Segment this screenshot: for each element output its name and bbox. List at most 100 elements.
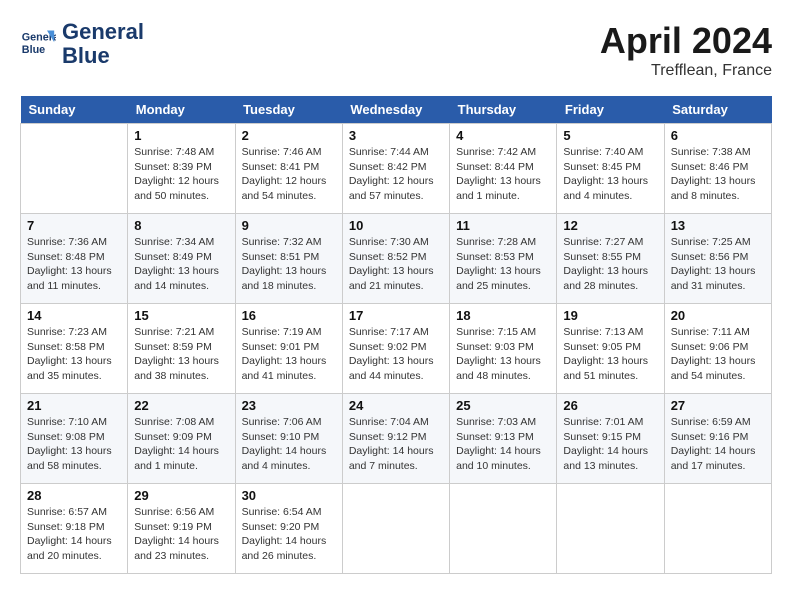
- day-number: 22: [134, 398, 228, 413]
- calendar-cell: 18Sunrise: 7:15 AMSunset: 9:03 PMDayligh…: [450, 304, 557, 394]
- calendar-cell: 27 Sunrise: 6:59 AMSunset: 9:16 PMDayligh…: [664, 394, 771, 484]
- day-info: Sunrise: 7:38 AMSunset: 8:46 PMDaylight:…: [671, 145, 765, 204]
- day-info: Sunrise: 6:54 AMSunset: 9:20 PMDaylight:…: [242, 505, 336, 564]
- col-header-tuesday: Tuesday: [235, 96, 342, 124]
- col-header-sunday: Sunday: [21, 96, 128, 124]
- calendar-cell: 7Sunrise: 7:36 AMSunset: 8:48 PMDaylight…: [21, 214, 128, 304]
- day-info: Sunrise: 7:48 AMSunset: 8:39 PMDaylight:…: [134, 145, 228, 204]
- calendar-cell: 1 Sunrise: 7:48 AMSunset: 8:39 PMDaylight…: [128, 124, 235, 214]
- day-info: Sunrise: 7:32 AMSunset: 8:51 PMDaylight:…: [242, 235, 336, 294]
- title-block: April 2024 Trefflean, France: [600, 20, 772, 80]
- day-number: 16: [242, 308, 336, 323]
- calendar-cell: 6 Sunrise: 7:38 AMSunset: 8:46 PMDaylight…: [664, 124, 771, 214]
- calendar-week-row: 1 Sunrise: 7:48 AMSunset: 8:39 PMDaylight…: [21, 124, 772, 214]
- col-header-monday: Monday: [128, 96, 235, 124]
- page-header: General Blue General Blue April 2024 Tre…: [20, 20, 772, 80]
- calendar-cell: 22 Sunrise: 7:08 AMSunset: 9:09 PMDayligh…: [128, 394, 235, 484]
- col-header-saturday: Saturday: [664, 96, 771, 124]
- day-number: 18: [456, 308, 550, 323]
- calendar-cell: 29 Sunrise: 6:56 AMSunset: 9:19 PMDayligh…: [128, 484, 235, 574]
- calendar-cell: 12Sunrise: 7:27 AMSunset: 8:55 PMDayligh…: [557, 214, 664, 304]
- calendar-cell: 19Sunrise: 7:13 AMSunset: 9:05 PMDayligh…: [557, 304, 664, 394]
- day-number: 26: [563, 398, 657, 413]
- calendar-cell: 15Sunrise: 7:21 AMSunset: 8:59 PMDayligh…: [128, 304, 235, 394]
- day-info: Sunrise: 7:23 AMSunset: 8:58 PMDaylight:…: [27, 325, 121, 384]
- calendar-cell: 24Sunrise: 7:04 AMSunset: 9:12 PMDayligh…: [342, 394, 449, 484]
- day-number: 19: [563, 308, 657, 323]
- calendar-cell: 23Sunrise: 7:06 AMSunset: 9:10 PMDayligh…: [235, 394, 342, 484]
- calendar-cell: 14 Sunrise: 7:23 AMSunset: 8:58 PMDayligh…: [21, 304, 128, 394]
- day-info: Sunrise: 6:59 AMSunset: 9:16 PMDaylight:…: [671, 415, 765, 474]
- calendar-cell: 2 Sunrise: 7:46 AMSunset: 8:41 PMDaylight…: [235, 124, 342, 214]
- day-number: 11: [456, 218, 550, 233]
- calendar-cell: 3 Sunrise: 7:44 AMSunset: 8:42 PMDaylight…: [342, 124, 449, 214]
- day-number: 28: [27, 488, 121, 503]
- calendar-cell: [450, 484, 557, 574]
- day-info: Sunrise: 6:57 AMSunset: 9:18 PMDaylight:…: [27, 505, 121, 564]
- logo: General Blue General Blue: [20, 20, 144, 68]
- calendar-cell: 28 Sunrise: 6:57 AMSunset: 9:18 PMDayligh…: [21, 484, 128, 574]
- day-number: 9: [242, 218, 336, 233]
- location-title: Trefflean, France: [600, 62, 772, 80]
- day-info: Sunrise: 7:25 AMSunset: 8:56 PMDaylight:…: [671, 235, 765, 294]
- day-info: Sunrise: 6:56 AMSunset: 9:19 PMDaylight:…: [134, 505, 228, 564]
- day-number: 27: [671, 398, 765, 413]
- day-number: 23: [242, 398, 336, 413]
- calendar-week-row: 7Sunrise: 7:36 AMSunset: 8:48 PMDaylight…: [21, 214, 772, 304]
- calendar-cell: 20Sunrise: 7:11 AMSunset: 9:06 PMDayligh…: [664, 304, 771, 394]
- day-info: Sunrise: 7:30 AMSunset: 8:52 PMDaylight:…: [349, 235, 443, 294]
- logo-icon: General Blue: [20, 26, 56, 62]
- calendar-cell: 11 Sunrise: 7:28 AMSunset: 8:53 PMDayligh…: [450, 214, 557, 304]
- day-number: 13: [671, 218, 765, 233]
- day-number: 14: [27, 308, 121, 323]
- calendar-cell: 5 Sunrise: 7:40 AMSunset: 8:45 PMDaylight…: [557, 124, 664, 214]
- day-info: Sunrise: 7:19 AMSunset: 9:01 PMDaylight:…: [242, 325, 336, 384]
- day-info: Sunrise: 7:40 AMSunset: 8:45 PMDaylight:…: [563, 145, 657, 204]
- day-number: 24: [349, 398, 443, 413]
- calendar-cell: 4Sunrise: 7:42 AMSunset: 8:44 PMDaylight…: [450, 124, 557, 214]
- day-info: Sunrise: 7:28 AMSunset: 8:53 PMDaylight:…: [456, 235, 550, 294]
- day-number: 17: [349, 308, 443, 323]
- day-number: 25: [456, 398, 550, 413]
- col-header-thursday: Thursday: [450, 96, 557, 124]
- day-info: Sunrise: 7:01 AMSunset: 9:15 PMDaylight:…: [563, 415, 657, 474]
- day-info: Sunrise: 7:46 AMSunset: 8:41 PMDaylight:…: [242, 145, 336, 204]
- svg-text:Blue: Blue: [22, 44, 45, 56]
- calendar-week-row: 21 Sunrise: 7:10 AMSunset: 9:08 PMDayligh…: [21, 394, 772, 484]
- day-number: 2: [242, 128, 336, 143]
- day-number: 21: [27, 398, 121, 413]
- day-info: Sunrise: 7:34 AMSunset: 8:49 PMDaylight:…: [134, 235, 228, 294]
- calendar-table: SundayMondayTuesdayWednesdayThursdayFrid…: [20, 96, 772, 574]
- calendar-cell: [557, 484, 664, 574]
- col-header-friday: Friday: [557, 96, 664, 124]
- day-number: 8: [134, 218, 228, 233]
- day-number: 1: [134, 128, 228, 143]
- day-info: Sunrise: 7:27 AMSunset: 8:55 PMDaylight:…: [563, 235, 657, 294]
- day-info: Sunrise: 7:11 AMSunset: 9:06 PMDaylight:…: [671, 325, 765, 384]
- calendar-cell: 30 Sunrise: 6:54 AMSunset: 9:20 PMDayligh…: [235, 484, 342, 574]
- month-title: April 2024: [600, 20, 772, 62]
- day-number: 10: [349, 218, 443, 233]
- day-info: Sunrise: 7:10 AMSunset: 9:08 PMDaylight:…: [27, 415, 121, 474]
- day-number: 4: [456, 128, 550, 143]
- calendar-cell: 17 Sunrise: 7:17 AMSunset: 9:02 PMDayligh…: [342, 304, 449, 394]
- day-number: 29: [134, 488, 228, 503]
- day-info: Sunrise: 7:17 AMSunset: 9:02 PMDaylight:…: [349, 325, 443, 384]
- day-info: Sunrise: 7:08 AMSunset: 9:09 PMDaylight:…: [134, 415, 228, 474]
- calendar-cell: 26 Sunrise: 7:01 AMSunset: 9:15 PMDayligh…: [557, 394, 664, 484]
- day-number: 6: [671, 128, 765, 143]
- day-info: Sunrise: 7:36 AMSunset: 8:48 PMDaylight:…: [27, 235, 121, 294]
- col-header-wednesday: Wednesday: [342, 96, 449, 124]
- calendar-cell: [342, 484, 449, 574]
- calendar-cell: 8 Sunrise: 7:34 AMSunset: 8:49 PMDaylight…: [128, 214, 235, 304]
- day-number: 3: [349, 128, 443, 143]
- day-info: Sunrise: 7:03 AMSunset: 9:13 PMDaylight:…: [456, 415, 550, 474]
- calendar-week-row: 28 Sunrise: 6:57 AMSunset: 9:18 PMDayligh…: [21, 484, 772, 574]
- day-info: Sunrise: 7:44 AMSunset: 8:42 PMDaylight:…: [349, 145, 443, 204]
- logo-text: General Blue: [62, 20, 144, 68]
- calendar-week-row: 14 Sunrise: 7:23 AMSunset: 8:58 PMDayligh…: [21, 304, 772, 394]
- day-number: 30: [242, 488, 336, 503]
- calendar-cell: 21 Sunrise: 7:10 AMSunset: 9:08 PMDayligh…: [21, 394, 128, 484]
- day-number: 5: [563, 128, 657, 143]
- day-number: 15: [134, 308, 228, 323]
